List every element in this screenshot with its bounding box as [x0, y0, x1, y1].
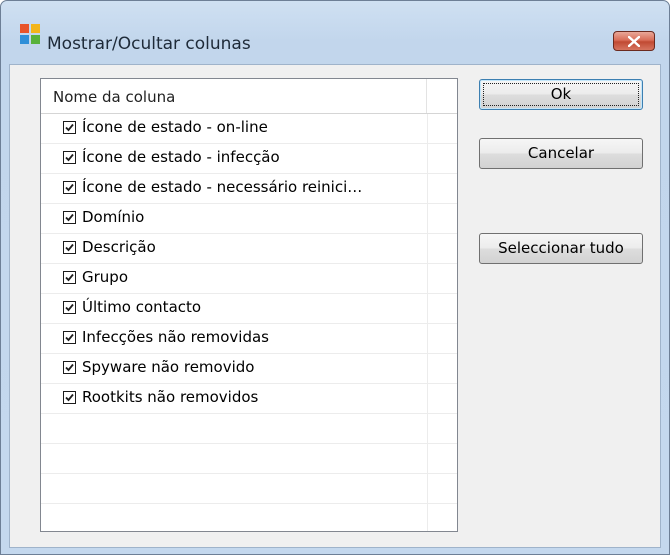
checkmark-icon: [65, 123, 74, 132]
select-all-button[interactable]: Seleccionar tudo: [479, 233, 643, 264]
list-item-label: Ícone de estado - necessário reinici…: [82, 178, 363, 196]
checkmark-icon: [65, 333, 74, 342]
checkbox[interactable]: [63, 331, 76, 344]
checkbox[interactable]: [63, 301, 76, 314]
focus-rectangle: [483, 83, 639, 106]
empty-row: [41, 414, 457, 444]
list-header: Nome da coluna: [41, 79, 457, 114]
list-item[interactable]: Ícone de estado - necessário reinici…: [41, 174, 457, 204]
checkbox[interactable]: [63, 361, 76, 374]
checkbox[interactable]: [63, 241, 76, 254]
column-header-filler: [427, 79, 457, 113]
close-icon: [628, 36, 640, 47]
list-item-label: Domínio: [82, 208, 145, 226]
checkbox[interactable]: [63, 211, 76, 224]
empty-row: [41, 474, 457, 504]
cancel-button[interactable]: Cancelar: [479, 138, 643, 169]
checkbox[interactable]: [63, 181, 76, 194]
list-item[interactable]: Infecções não removidas: [41, 324, 457, 354]
checkbox[interactable]: [63, 271, 76, 284]
columns-list[interactable]: Nome da coluna Ícone de estado - on-line…: [40, 78, 458, 532]
title-bar[interactable]: Mostrar/Ocultar colunas: [1, 1, 669, 54]
list-item[interactable]: Ícone de estado - on-line: [41, 114, 457, 144]
list-item[interactable]: Último contacto: [41, 294, 457, 324]
list-item[interactable]: Domínio: [41, 204, 457, 234]
dialog-content: Nome da coluna Ícone de estado - on-line…: [9, 64, 661, 548]
checkbox[interactable]: [63, 151, 76, 164]
checkmark-icon: [65, 243, 74, 252]
checkmark-icon: [65, 363, 74, 372]
close-button[interactable]: [613, 31, 655, 51]
list-body: Ícone de estado - on-line Ícone de estado…: [41, 114, 457, 531]
checkmark-icon: [65, 303, 74, 312]
column-header-name[interactable]: Nome da coluna: [41, 79, 427, 113]
window-title: Mostrar/Ocultar colunas: [47, 34, 251, 54]
checkmark-icon: [65, 393, 74, 402]
checkmark-icon: [65, 153, 74, 162]
cancel-button-label: Cancelar: [527, 144, 595, 162]
list-item[interactable]: Spyware não removido: [41, 354, 457, 384]
empty-row: [41, 504, 457, 531]
list-item-label: Spyware não removido: [82, 358, 255, 376]
empty-row: [41, 444, 457, 474]
list-item-label: Ícone de estado - on-line: [82, 118, 268, 136]
dialog-window: Mostrar/Ocultar colunas Nome da coluna Í…: [0, 0, 670, 555]
list-item-label: Descrição: [82, 238, 156, 256]
list-item-label: Último contacto: [82, 298, 202, 316]
list-item[interactable]: Descrição: [41, 234, 457, 264]
list-item[interactable]: Rootkits não removidos: [41, 384, 457, 414]
list-item-label: Ícone de estado - infecção: [82, 148, 280, 166]
checkmark-icon: [65, 183, 74, 192]
list-item[interactable]: Grupo: [41, 264, 457, 294]
checkbox[interactable]: [63, 121, 76, 134]
avg-logo-icon: [19, 23, 41, 45]
ok-button[interactable]: Ok: [479, 79, 643, 110]
select-all-button-label: Seleccionar tudo: [498, 239, 624, 257]
list-item-label: Grupo: [82, 268, 128, 286]
list-item[interactable]: Ícone de estado - infecção: [41, 144, 457, 174]
checkmark-icon: [65, 273, 74, 282]
list-item-label: Rootkits não removidos: [82, 388, 259, 406]
checkbox[interactable]: [63, 391, 76, 404]
list-item-label: Infecções não removidas: [82, 328, 269, 346]
checkmark-icon: [65, 213, 74, 222]
